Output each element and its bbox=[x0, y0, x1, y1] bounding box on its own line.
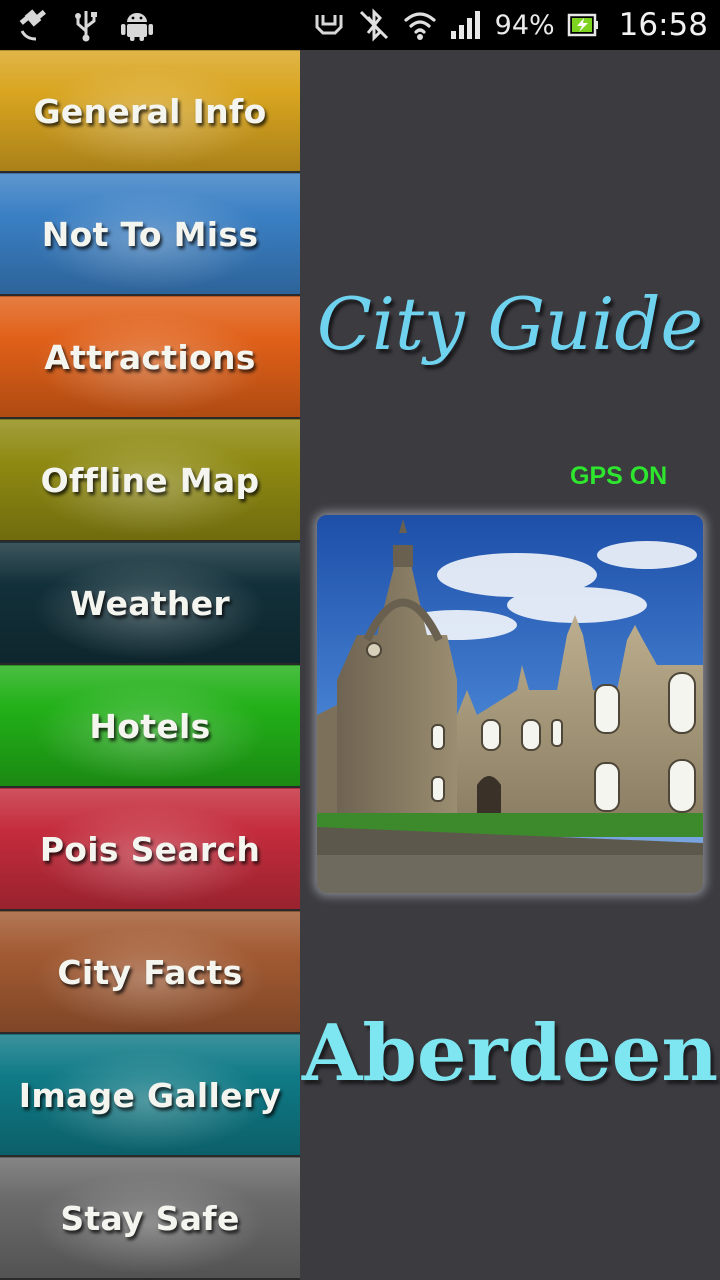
app-title: City Guide bbox=[316, 282, 704, 366]
menu-item-label: Weather bbox=[70, 583, 230, 623]
menu-item-attractions[interactable]: Attractions bbox=[0, 296, 300, 419]
main-screen: General Info Not To Miss Attractions Offlin… bbox=[0, 50, 720, 1280]
menu-item-general-info[interactable]: General Info bbox=[0, 50, 300, 173]
clock: 16:58 bbox=[618, 7, 708, 43]
menu-item-label: City Facts bbox=[57, 952, 243, 992]
status-bar: 94% 16:58 bbox=[0, 0, 720, 50]
menu-item-label: Offline Map bbox=[40, 460, 260, 500]
menu-item-label: Attractions bbox=[44, 337, 256, 377]
gps-status: GPS ON bbox=[570, 462, 668, 490]
android-icon bbox=[120, 8, 154, 42]
menu-item-not-to-miss[interactable]: Not To Miss bbox=[0, 173, 300, 296]
signal-icon bbox=[449, 9, 483, 41]
usb-icon bbox=[74, 7, 98, 43]
menu-item-label: Hotels bbox=[89, 706, 211, 746]
menu-item-label: Not To Miss bbox=[41, 214, 259, 254]
menu-item-weather[interactable]: Weather bbox=[0, 542, 300, 665]
sidebar-menu: General Info Not To Miss Attractions Offlin… bbox=[0, 50, 300, 1280]
city-name: Aberdeen bbox=[301, 1008, 719, 1099]
wifi-icon bbox=[403, 9, 437, 41]
menu-item-label: Image Gallery bbox=[18, 1075, 282, 1115]
bluetooth-icon bbox=[357, 8, 391, 42]
menu-item-stay-safe[interactable]: Stay Safe bbox=[0, 1157, 300, 1280]
menu-item-pois-search[interactable]: Pois Search bbox=[0, 788, 300, 911]
menu-item-hotels[interactable]: Hotels bbox=[0, 665, 300, 788]
menu-item-image-gallery[interactable]: Image Gallery bbox=[0, 1034, 300, 1157]
battery-percent: 94% bbox=[494, 9, 555, 41]
menu-item-label: General Info bbox=[33, 91, 267, 131]
city-photo[interactable] bbox=[317, 515, 703, 893]
menu-item-label: Pois Search bbox=[39, 829, 261, 869]
status-left-icons bbox=[16, 7, 154, 43]
vibrate-icon bbox=[313, 9, 345, 41]
menu-item-offline-map[interactable]: Offline Map bbox=[0, 419, 300, 542]
menu-item-label: Stay Safe bbox=[60, 1198, 240, 1238]
status-right-icons: 94% 16:58 bbox=[313, 0, 708, 50]
battery-icon bbox=[567, 11, 599, 39]
gps-icon bbox=[16, 7, 52, 43]
menu-item-city-facts[interactable]: City Facts bbox=[0, 911, 300, 1034]
